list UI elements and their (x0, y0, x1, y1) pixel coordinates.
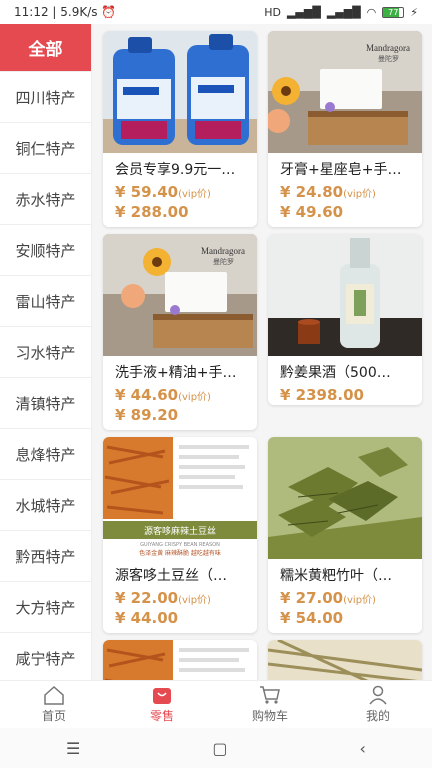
product-card[interactable] (268, 640, 422, 680)
sidebar-item-xianning[interactable]: 咸宁特产 (0, 633, 91, 680)
svg-text:源客哆麻辣土豆丝: 源客哆麻辣土豆丝 (144, 525, 216, 537)
sidebar-item-chishui[interactable]: 赤水特产 (0, 174, 91, 225)
sidebar-item-shuicheng[interactable]: 水城特产 (0, 480, 91, 531)
product-card[interactable]: Mandragora 曼陀罗 洗手液+精油+手… ¥ 44.60(vip价) ¥… (103, 234, 257, 430)
product-price: ¥ 288.00 (115, 203, 189, 221)
menu-icon[interactable]: ☰ (66, 739, 80, 758)
product-price: ¥ 44.00 (115, 609, 179, 627)
tab-cart[interactable]: 购物车 (216, 681, 324, 728)
sidebar-item-xifeng[interactable]: 息烽特产 (0, 429, 91, 480)
product-card[interactable]: 源客哆麻辣土豆丝 GUIYANG CRISPY BEAN REASON 色泽金黄… (103, 437, 257, 633)
product-image-handwash: Mandragora 曼陀罗 (103, 234, 257, 356)
product-image-potato: 源客哆麻辣土豆丝 GUIYANG CRISPY BEAN REASON 色泽金黄… (103, 437, 257, 559)
status-speed: 5.9K/s (60, 5, 98, 19)
product-name: 牙膏+星座皂+手… (280, 162, 402, 178)
product-name: 黔姜果酒（500… (280, 365, 391, 381)
sidebar-item-qianxi[interactable]: 黔西特产 (0, 531, 91, 582)
product-image-wine (268, 234, 422, 356)
system-nav-bar: ☰ ▢ ‹ (0, 728, 432, 768)
product-card[interactable] (103, 640, 257, 680)
tab-retail[interactable]: 零售 (108, 681, 216, 728)
status-time: 11:12 (14, 5, 49, 19)
sidebar-item-dafang[interactable]: 大方特产 (0, 582, 91, 633)
product-price: ¥ 89.20 (115, 406, 179, 424)
status-right: HD ▂▄▆█ ▂▄▆█ ◠ 77 ⚡ (264, 6, 418, 19)
product-vip-price: ¥ 22.00(vip价) (115, 589, 211, 607)
cart-icon (260, 686, 280, 704)
sidebar-item-xishui[interactable]: 习水特产 (0, 327, 91, 378)
home-button-icon[interactable]: ▢ (212, 739, 227, 758)
status-bar: 11:12 | 5.9K/s ⏰ HD ▂▄▆█ ▂▄▆█ ◠ 77 ⚡ (0, 0, 432, 24)
signal-icon: ▂▄▆█ (286, 5, 321, 19)
sidebar-item-leishan[interactable]: 雷山特产 (0, 276, 91, 327)
status-left: 11:12 | 5.9K/s ⏰ (14, 5, 117, 19)
product-card[interactable]: 糯米黄粑竹叶（… ¥ 27.00(vip价) ¥ 54.00 (268, 437, 422, 633)
home-icon (44, 685, 64, 705)
product-card[interactable]: Mandragora 曼陀罗 牙膏+星座皂+手… ¥ 24.80(vip价) ¥… (268, 31, 422, 227)
tab-home[interactable]: 首页 (0, 681, 108, 728)
bottom-tab-bar: 首页 零售 购物车 我的 (0, 680, 432, 728)
user-icon (369, 685, 387, 705)
charging-icon: ⚡ (410, 5, 418, 19)
alarm-icon: ⏰ (101, 5, 117, 19)
product-vip-price: ¥ 27.00(vip价) (280, 589, 376, 607)
svg-text:曼陀罗: 曼陀罗 (378, 54, 399, 63)
sidebar-item-sichuan[interactable]: 四川特产 (0, 72, 91, 123)
product-card[interactable]: 黔姜果酒（500… ¥ 2398.00 (268, 234, 422, 405)
product-card[interactable]: 会员专享9.9元一… ¥ 59.40(vip价) ¥ 288.00 (103, 31, 257, 227)
category-sidebar: 全部 四川特产 铜仁特产 赤水特产 安顺特产 雷山特产 习水特产 清镇特产 息烽… (0, 24, 92, 680)
product-image-potato (103, 640, 257, 680)
back-icon[interactable]: ‹ (360, 739, 366, 758)
signal-icon-2: ▂▄▆█ (326, 5, 361, 19)
product-price: ¥ 2398.00 (280, 386, 364, 404)
network-label: HD (264, 5, 281, 19)
product-price: ¥ 54.00 (280, 609, 344, 627)
product-image-rice-cake (268, 437, 422, 559)
product-name: 洗手液+精油+手… (115, 365, 237, 381)
svg-text:Mandragora: Mandragora (201, 246, 245, 256)
sidebar-item-anshun[interactable]: 安顺特产 (0, 225, 91, 276)
product-image-soap: Mandragora 曼陀罗 (268, 31, 422, 153)
product-vip-price: ¥ 24.80(vip价) (280, 183, 376, 201)
sidebar-item-qingzhen[interactable]: 清镇特产 (0, 378, 91, 429)
product-image-detergent (103, 31, 257, 153)
product-vip-price: ¥ 59.40(vip价) (115, 183, 211, 201)
product-vip-price: ¥ 44.60(vip价) (115, 386, 211, 404)
svg-text:Mandragora: Mandragora (366, 43, 410, 53)
svg-text:曼陀罗: 曼陀罗 (213, 257, 234, 266)
product-image-bamboo (268, 640, 422, 680)
sidebar-item-tongren[interactable]: 铜仁特产 (0, 123, 91, 174)
svg-text:GUIYANG CRISPY BEAN REASON: GUIYANG CRISPY BEAN REASON (140, 542, 220, 548)
sidebar-item-all[interactable]: 全部 (0, 24, 91, 72)
battery-icon: 77 (382, 6, 405, 18)
product-name: 会员专享9.9元一… (115, 162, 236, 178)
product-name: 糯米黄粑竹叶（… (280, 568, 392, 584)
product-grid: 会员专享9.9元一… ¥ 59.40(vip价) ¥ 288.00 Mandra… (92, 24, 432, 680)
wifi-icon: ◠ (366, 5, 377, 19)
product-price: ¥ 49.60 (280, 203, 344, 221)
product-name: 源客哆土豆丝（… (115, 568, 227, 584)
shop-bag-icon (153, 688, 171, 704)
svg-text:色泽金黄 麻辣酥脆 越吃越有味: 色泽金黄 麻辣酥脆 越吃越有味 (139, 549, 221, 557)
tab-mine[interactable]: 我的 (324, 681, 432, 728)
